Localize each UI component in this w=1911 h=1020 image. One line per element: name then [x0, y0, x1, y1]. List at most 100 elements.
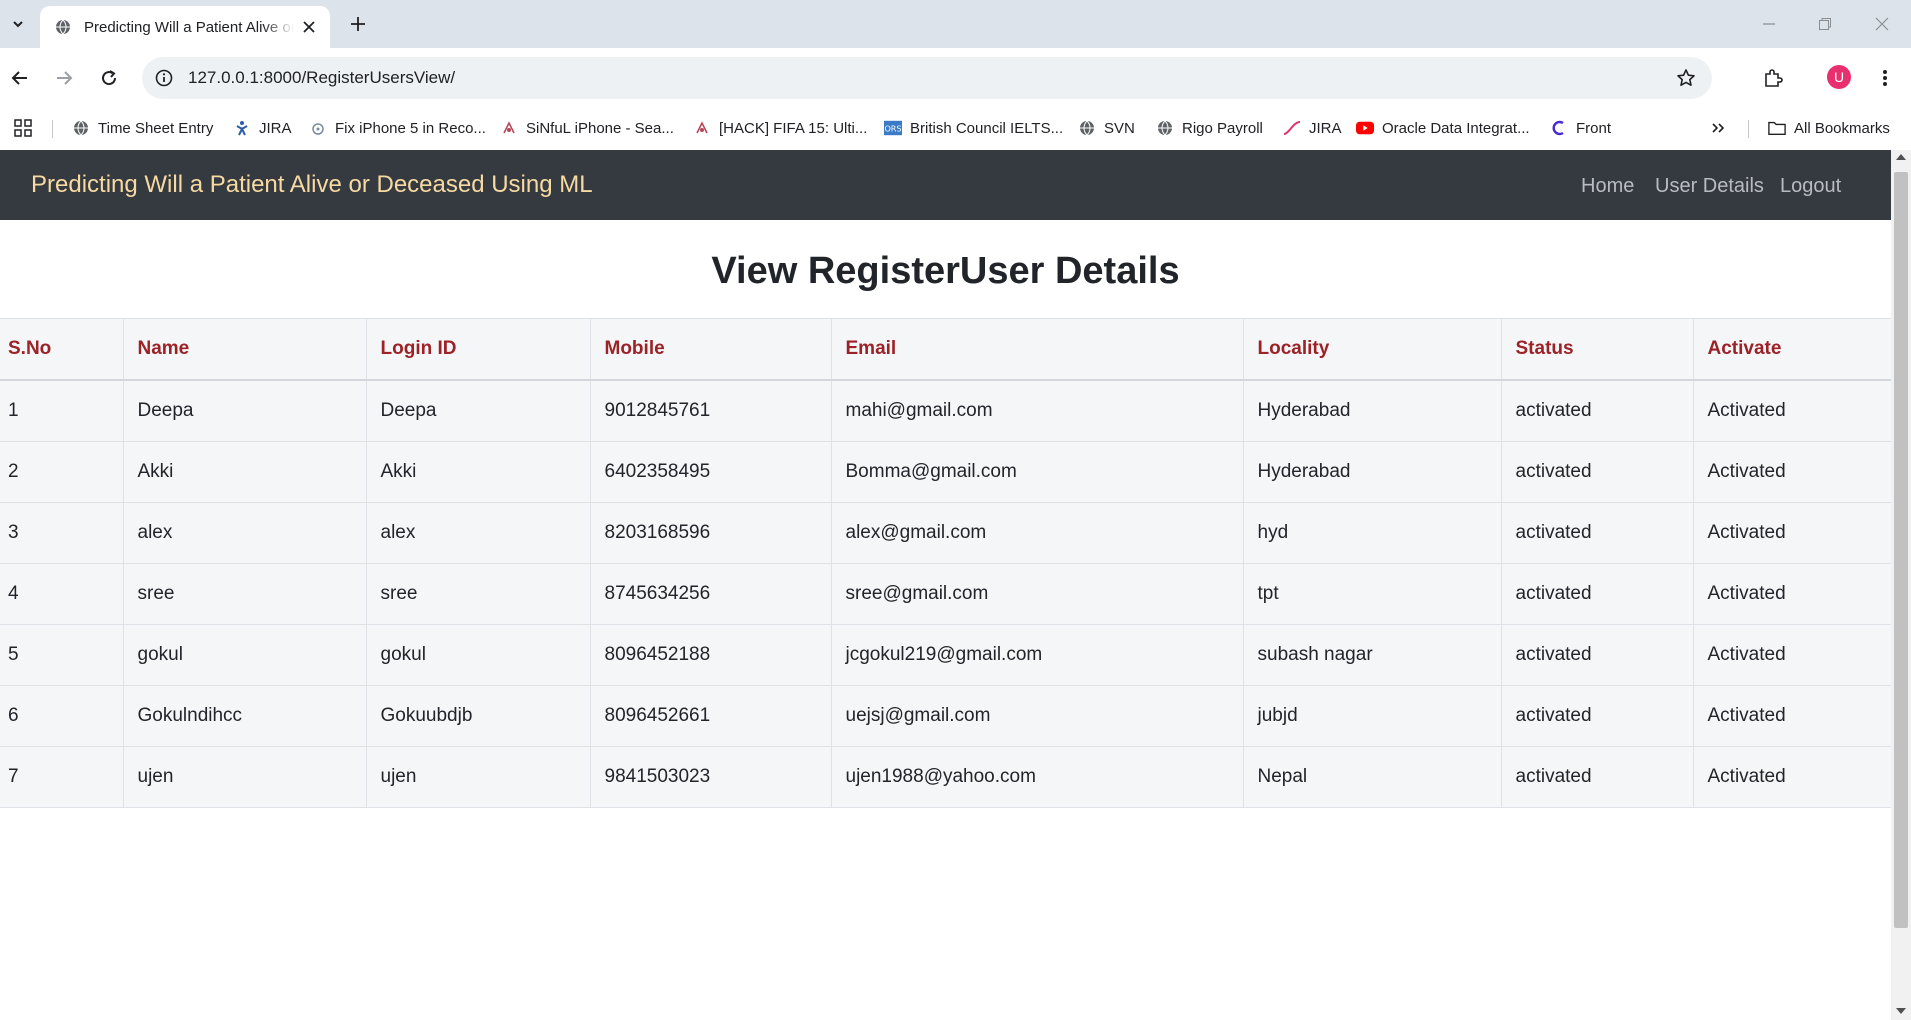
- globe-icon: [1078, 119, 1096, 137]
- minimize-icon[interactable]: [1757, 12, 1781, 36]
- bookmark-front[interactable]: Front: [1550, 116, 1611, 140]
- column-header-activate: Activate: [1693, 318, 1891, 381]
- bookmark-time-sheet-entry[interactable]: Time Sheet Entry: [72, 116, 213, 140]
- register-users-table: S.No Name Login ID Mobile Email Locality…: [0, 318, 1891, 808]
- all-bookmarks-label: All Bookmarks: [1794, 119, 1890, 137]
- cell-activate[interactable]: Activated: [1693, 441, 1891, 503]
- bookmark-rigo-payroll[interactable]: Rigo Payroll: [1156, 116, 1263, 140]
- bookmark-oracle-data-integrator[interactable]: Oracle Data Integrat...: [1356, 116, 1530, 140]
- jira-icon: [233, 119, 251, 137]
- close-tab-icon[interactable]: [300, 18, 318, 36]
- bookmark-label: Rigo Payroll: [1182, 119, 1263, 137]
- profile-avatar[interactable]: U: [1827, 65, 1851, 89]
- cell-locality: hyd: [1243, 502, 1502, 564]
- table-row: 3 alex alex 8203168596 alex@gmail.com hy…: [0, 502, 1891, 564]
- table-row: 5 gokul gokul 8096452188 jcgokul219@gmai…: [0, 624, 1891, 686]
- apps-grid-icon[interactable]: [12, 117, 34, 139]
- jira-icon: [1283, 119, 1301, 137]
- bookmarks-divider: [1748, 120, 1749, 138]
- cell-login-id: Gokuubdjb: [366, 685, 591, 747]
- restore-icon[interactable]: [1813, 12, 1837, 36]
- cell-email: mahi@gmail.com: [831, 380, 1244, 442]
- cell-name: Akki: [123, 441, 367, 503]
- bookmark-jira-2[interactable]: JIRA: [1283, 116, 1342, 140]
- globe-icon: [1156, 119, 1174, 137]
- cell-email: jcgokul219@gmail.com: [831, 624, 1244, 686]
- bookmark-label: JIRA: [259, 119, 292, 137]
- bookmark-label: British Council IELTS...: [910, 119, 1064, 137]
- cell-sno: 3: [0, 502, 124, 564]
- bookmark-star-icon[interactable]: [1674, 66, 1698, 90]
- column-header-locality: Locality: [1243, 318, 1502, 381]
- cell-activate[interactable]: Activated: [1693, 746, 1891, 808]
- bookmarks-divider: [52, 120, 53, 138]
- double-chevron-right-icon[interactable]: [1706, 117, 1730, 139]
- cell-activate[interactable]: Activated: [1693, 624, 1891, 686]
- extensions-puzzle-icon[interactable]: [1761, 66, 1785, 90]
- all-bookmarks-button[interactable]: All Bookmarks: [1768, 116, 1890, 140]
- column-header-email: Email: [831, 318, 1244, 381]
- reload-icon[interactable]: [97, 66, 121, 90]
- cell-status: activated: [1501, 685, 1694, 747]
- table-row: 4 sree sree 8745634256 sree@gmail.com tp…: [0, 563, 1891, 625]
- cell-status: activated: [1501, 380, 1694, 442]
- column-header-status: Status: [1501, 318, 1694, 381]
- cell-status: activated: [1501, 441, 1694, 503]
- table-row: 7 ujen ujen 9841503023 ujen1988@yahoo.co…: [0, 746, 1891, 808]
- cell-email: Bomma@gmail.com: [831, 441, 1244, 503]
- cell-login-id: sree: [366, 563, 591, 625]
- cell-activate[interactable]: Activated: [1693, 563, 1891, 625]
- cell-activate[interactable]: Activated: [1693, 685, 1891, 747]
- new-tab-plus-icon[interactable]: [346, 12, 370, 36]
- page-scrollbar[interactable]: [1891, 150, 1911, 1020]
- front-icon: [1550, 119, 1568, 137]
- cell-locality: Nepal: [1243, 746, 1502, 808]
- column-header-mobile: Mobile: [590, 318, 832, 381]
- bookmark-british-council[interactable]: ORS British Council IELTS...: [884, 116, 1063, 140]
- tab-search-chevron-icon[interactable]: [6, 12, 30, 36]
- cell-sno: 1: [0, 380, 124, 442]
- bookmark-label: [HACK] FIFA 15: Ulti...: [719, 119, 868, 137]
- cell-status: activated: [1501, 502, 1694, 564]
- scroll-down-arrow-icon[interactable]: [1896, 1008, 1906, 1014]
- bookmark-fifa-hack[interactable]: [HACK] FIFA 15: Ulti...: [693, 116, 867, 140]
- nav-link-home[interactable]: Home: [1581, 175, 1634, 198]
- cell-activate[interactable]: Activated: [1693, 502, 1891, 564]
- bookmark-jira[interactable]: JIRA: [233, 116, 292, 140]
- svg-text:ORS: ORS: [884, 124, 901, 134]
- cell-sno: 4: [0, 563, 124, 625]
- game-icon: [693, 119, 711, 137]
- cell-sno: 6: [0, 685, 124, 747]
- back-arrow-icon[interactable]: [8, 66, 32, 90]
- close-window-icon[interactable]: [1870, 12, 1894, 36]
- cell-locality: subash nagar: [1243, 624, 1502, 686]
- cell-activate[interactable]: Activated: [1693, 380, 1891, 442]
- nav-link-logout[interactable]: Logout: [1780, 175, 1841, 198]
- cell-status: activated: [1501, 563, 1694, 625]
- forward-arrow-icon[interactable]: [52, 66, 76, 90]
- table-row: 6 Gokulndihcc Gokuubdjb 8096452661 uejsj…: [0, 685, 1891, 747]
- site-info-icon[interactable]: [152, 66, 176, 90]
- scrollbar-thumb[interactable]: [1894, 172, 1908, 928]
- bookmark-fix-iphone[interactable]: Fix iPhone 5 in Reco...: [309, 116, 486, 140]
- kebab-menu-icon[interactable]: [1873, 66, 1897, 90]
- active-tab[interactable]: Predicting Will a Patient Alive or Decea…: [40, 6, 330, 48]
- cell-email: ujen1988@yahoo.com: [831, 746, 1244, 808]
- address-bar[interactable]: 127.0.0.1:8000/RegisterUsersView/: [142, 57, 1712, 99]
- cell-mobile: 6402358495: [590, 441, 832, 503]
- phone-icon: [309, 119, 327, 137]
- bookmark-svn[interactable]: SVN: [1078, 116, 1135, 140]
- ors-icon: ORS: [884, 119, 902, 137]
- nav-link-user-details[interactable]: User Details: [1655, 175, 1764, 198]
- cell-sno: 5: [0, 624, 124, 686]
- site-brand[interactable]: Predicting Will a Patient Alive or Decea…: [31, 171, 593, 199]
- column-header-sno: S.No: [0, 318, 124, 381]
- cell-email: sree@gmail.com: [831, 563, 1244, 625]
- youtube-icon: [1356, 119, 1374, 137]
- url-text: 127.0.0.1:8000/RegisterUsersView/: [188, 68, 456, 87]
- table-header-row: S.No Name Login ID Mobile Email Locality…: [0, 318, 1891, 381]
- scroll-up-arrow-icon[interactable]: [1896, 154, 1906, 160]
- tab-strip: Predicting Will a Patient Alive or Decea…: [0, 0, 1911, 48]
- bookmark-sinful-iphone[interactable]: SiNfuL iPhone - Sea...: [500, 116, 674, 140]
- cell-sno: 7: [0, 746, 124, 808]
